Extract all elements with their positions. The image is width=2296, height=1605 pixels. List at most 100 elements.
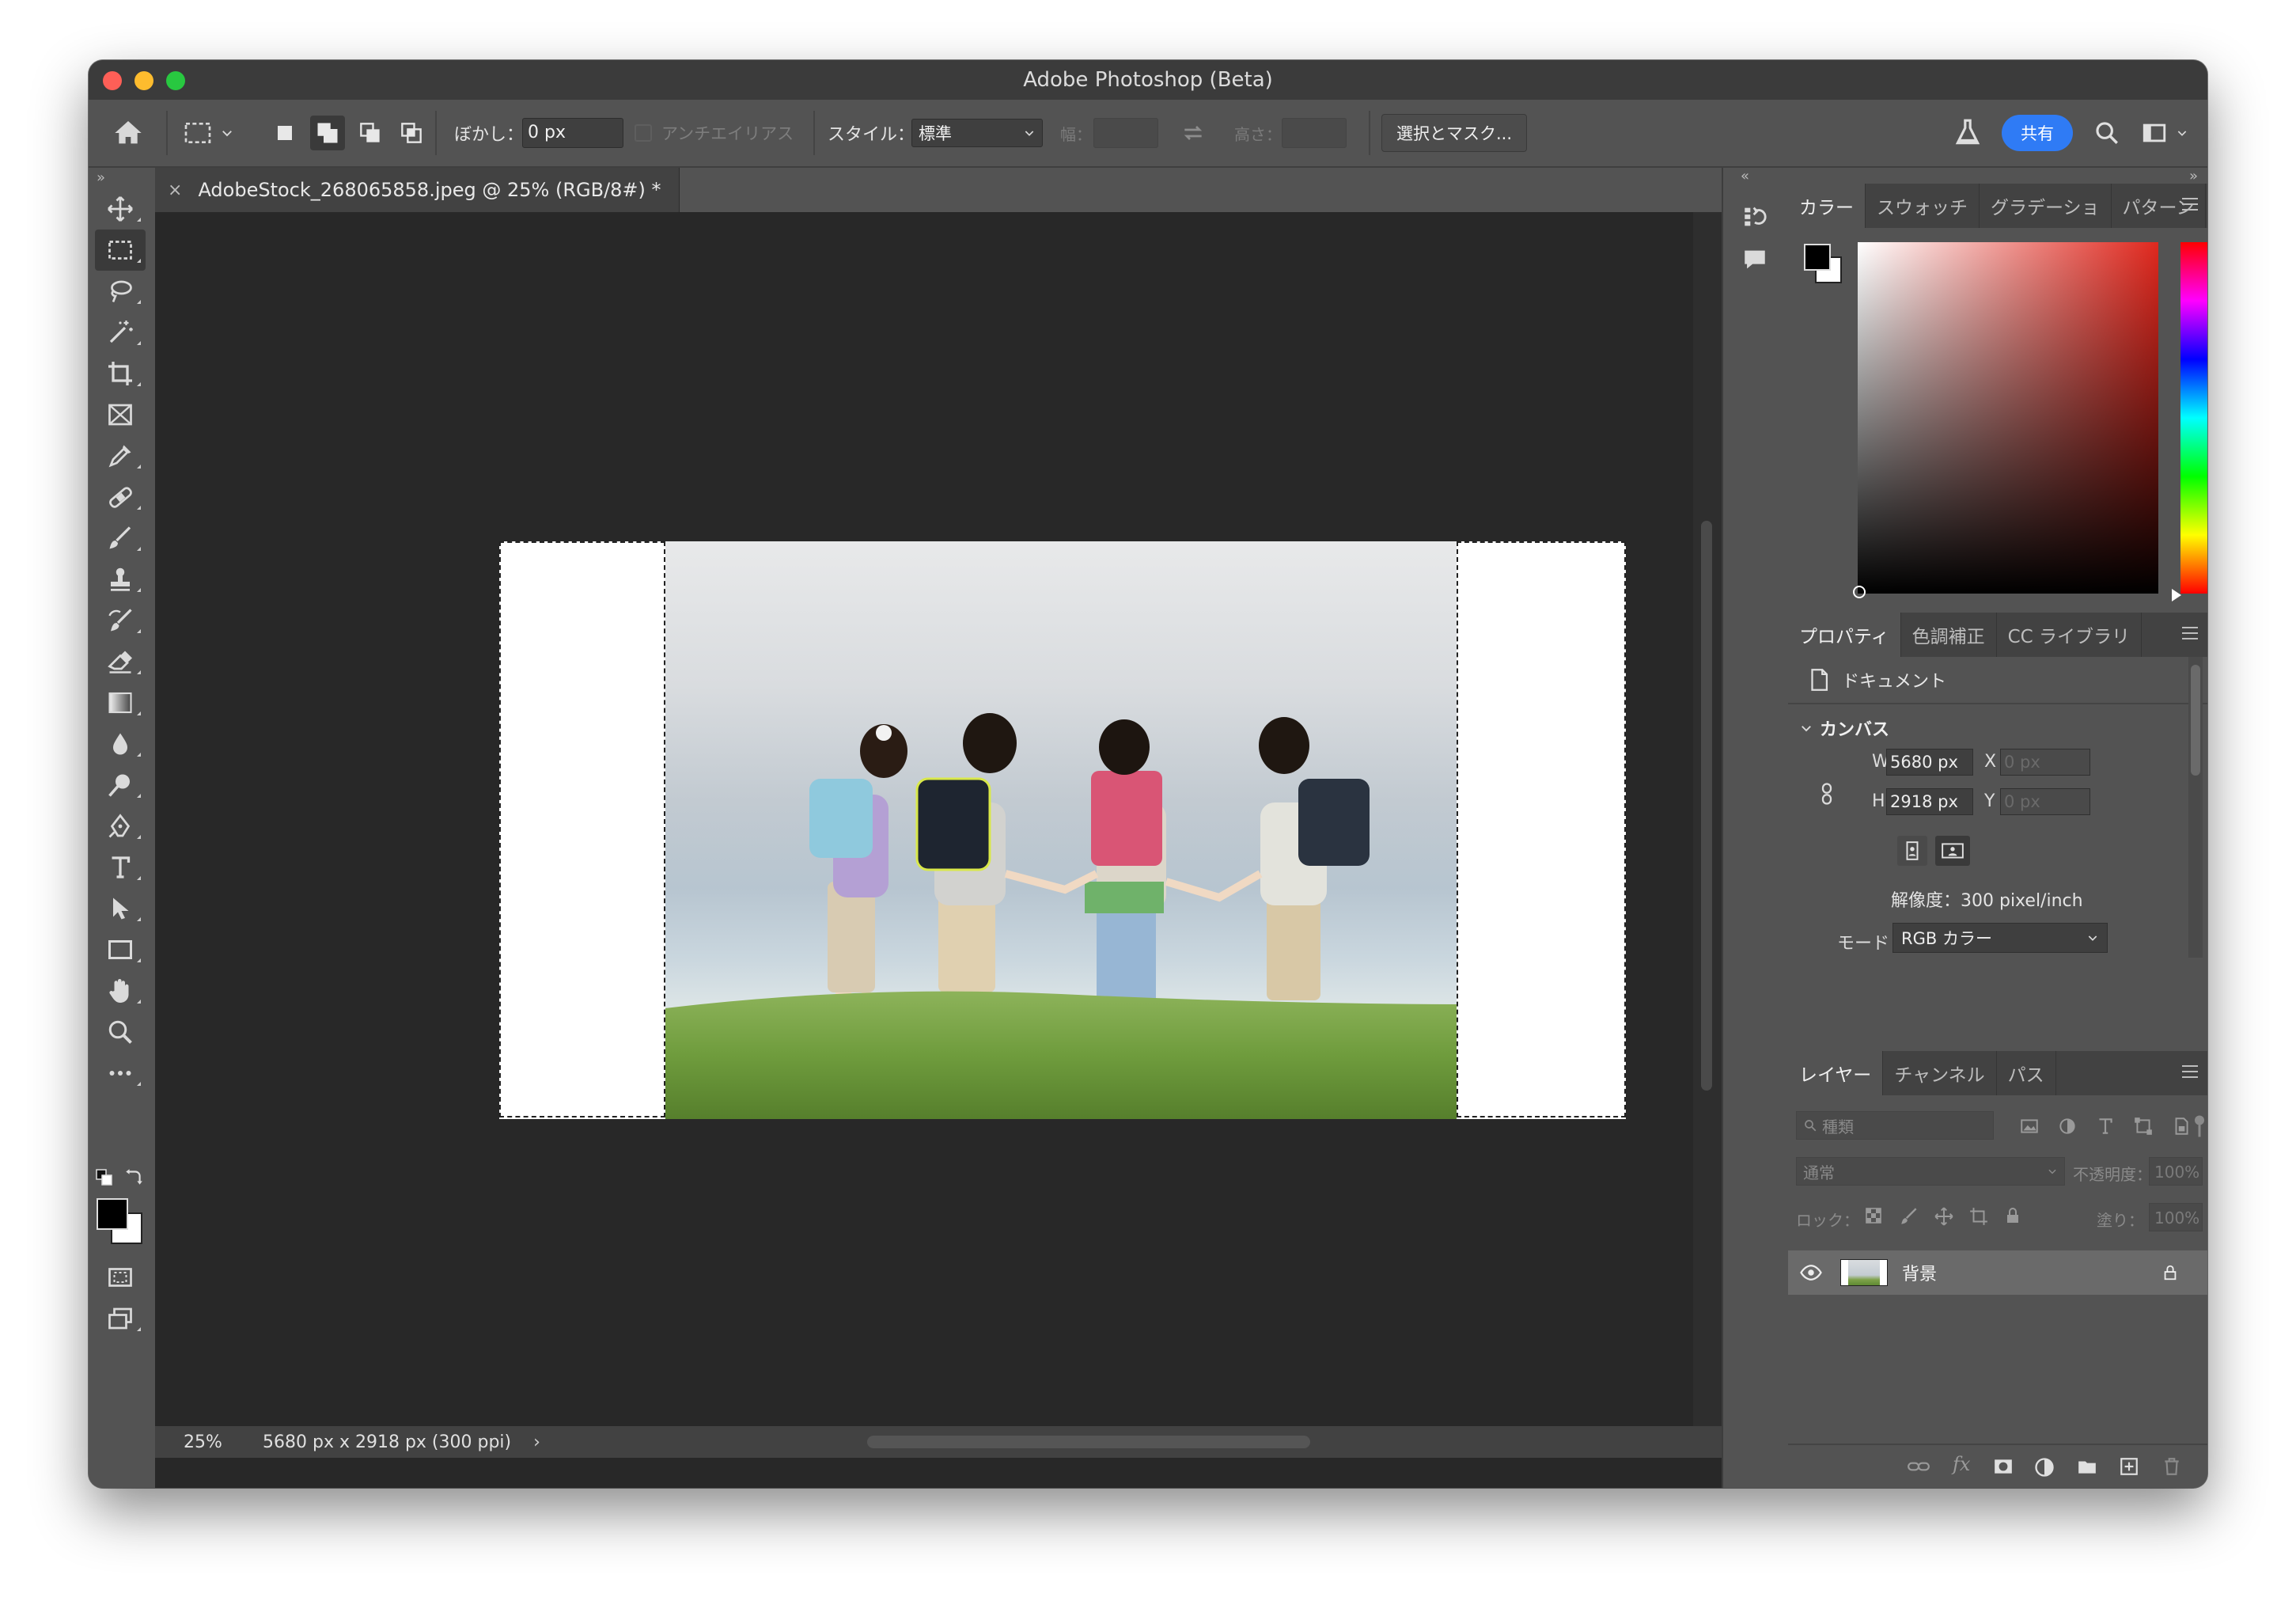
- width-input[interactable]: [1093, 118, 1158, 148]
- tab-swatches[interactable]: スウォッチ: [1866, 184, 1980, 228]
- tab-gradients[interactable]: グラデーショ: [1980, 184, 2112, 228]
- healing-brush-tool[interactable]: [95, 476, 146, 518]
- filter-pixel-icon[interactable]: [2019, 1116, 2040, 1140]
- tab-color[interactable]: カラー: [1788, 184, 1866, 228]
- gradient-tool[interactable]: [95, 682, 146, 723]
- workspace-switcher[interactable]: [2141, 100, 2188, 166]
- y-input[interactable]: 0 px: [2000, 788, 2090, 815]
- layer-filter-select[interactable]: 種類: [1796, 1111, 1994, 1140]
- move-tool[interactable]: [95, 188, 146, 230]
- hue-slider[interactable]: [2180, 242, 2207, 594]
- tab-cc-libraries[interactable]: CC ライブラリ: [1997, 613, 2143, 657]
- rectangle-tool[interactable]: [95, 929, 146, 970]
- document-dimensions[interactable]: 5680 px x 2918 px (300 ppi): [263, 1432, 511, 1452]
- pen-tool[interactable]: [95, 806, 146, 847]
- add-mask-button[interactable]: [1992, 1456, 2014, 1480]
- lock-position-icon[interactable]: [1934, 1206, 1954, 1230]
- antialias-checkbox[interactable]: アンチエイリアス: [635, 100, 794, 166]
- crop-tool[interactable]: [95, 353, 146, 394]
- layer-style-button[interactable]: fx: [1953, 1453, 1970, 1475]
- hand-tool[interactable]: [95, 970, 146, 1011]
- foreground-color-swatch[interactable]: [97, 1198, 128, 1230]
- frame-tool[interactable]: [95, 394, 146, 435]
- layers-panel-menu-icon[interactable]: [2182, 1065, 2198, 1078]
- mode-select[interactable]: RGB カラー: [1892, 923, 2108, 953]
- tool-preset-picker[interactable]: [182, 100, 234, 166]
- vertical-scrollbar[interactable]: [1693, 212, 1722, 1426]
- screen-mode-button[interactable]: [95, 1298, 146, 1339]
- add-to-selection-button[interactable]: [310, 116, 345, 150]
- lock-image-pixels-icon[interactable]: [1899, 1206, 1919, 1230]
- x-input[interactable]: 0 px: [2000, 749, 2090, 776]
- properties-scroll-thumb[interactable]: [2191, 665, 2200, 776]
- close-tab-icon[interactable]: ×: [168, 180, 182, 200]
- canvas-section-header[interactable]: カンバス: [1799, 715, 1889, 741]
- new-layer-button[interactable]: [2119, 1456, 2139, 1480]
- canvas-height-input[interactable]: 2918 px: [1886, 788, 1973, 815]
- search-button[interactable]: [2093, 100, 2120, 166]
- zoom-level[interactable]: 25%: [184, 1432, 263, 1452]
- properties-panel-menu-icon[interactable]: [2182, 627, 2198, 639]
- layer-row[interactable]: 背景: [1788, 1250, 2207, 1295]
- eyedropper-tool[interactable]: [95, 435, 146, 476]
- feather-input[interactable]: 0 px: [522, 118, 623, 148]
- clone-stamp-tool[interactable]: [95, 559, 146, 600]
- filter-toggle-icon[interactable]: [2193, 1114, 2206, 1138]
- collapse-right-panels-icon[interactable]: »: [2189, 168, 2198, 184]
- new-adjustment-layer-button[interactable]: [2033, 1456, 2055, 1482]
- chevron-right-icon[interactable]: ›: [533, 1432, 540, 1452]
- zoom-tool[interactable]: [95, 1011, 146, 1053]
- collapse-toolbar-icon[interactable]: »: [97, 169, 105, 186]
- filter-shape-icon[interactable]: [2133, 1116, 2154, 1140]
- share-button[interactable]: 共有: [2002, 115, 2073, 151]
- beta-labs-button[interactable]: [1953, 100, 1983, 166]
- link-layers-button[interactable]: [1907, 1456, 1930, 1480]
- delete-layer-button[interactable]: [2161, 1456, 2182, 1480]
- link-dimensions-icon[interactable]: [1818, 782, 1836, 809]
- properties-scrollbar[interactable]: [2188, 657, 2203, 958]
- lock-transparent-pixels-icon[interactable]: [1864, 1206, 1883, 1228]
- path-selection-tool[interactable]: [95, 888, 146, 929]
- tab-adjustments[interactable]: 色調補正: [1901, 613, 1997, 657]
- select-and-mask-button[interactable]: 選択とマスク...: [1381, 114, 1528, 152]
- swap-dimensions-button[interactable]: [1180, 100, 1206, 166]
- tab-channels[interactable]: チャンネル: [1883, 1051, 1997, 1095]
- history-brush-tool[interactable]: [95, 600, 146, 641]
- document-tab[interactable]: × AdobeStock_268065858.jpeg @ 25% (RGB/8…: [155, 168, 680, 212]
- tab-properties[interactable]: プロパティ: [1788, 613, 1901, 657]
- saturation-brightness-field[interactable]: [1858, 242, 2158, 594]
- lasso-tool[interactable]: [95, 271, 146, 312]
- default-colors-button[interactable]: [95, 1168, 114, 1187]
- more-tools[interactable]: [95, 1053, 146, 1094]
- color-panel-menu-icon[interactable]: [2182, 198, 2198, 211]
- portrait-orientation-button[interactable]: [1897, 836, 1927, 866]
- dodge-tool[interactable]: [95, 765, 146, 806]
- lock-artboard-icon[interactable]: [1968, 1206, 1989, 1230]
- brush-tool[interactable]: [95, 518, 146, 559]
- canvas[interactable]: [499, 541, 1626, 1119]
- filter-adjustment-icon[interactable]: [2057, 1116, 2078, 1140]
- tab-paths[interactable]: パス: [1997, 1051, 2056, 1095]
- sb-picker-handle[interactable]: [1853, 586, 1866, 598]
- lock-all-icon[interactable]: [2003, 1206, 2022, 1228]
- magic-wand-tool[interactable]: [95, 312, 146, 353]
- new-selection-button[interactable]: [269, 117, 301, 149]
- visibility-eye-icon[interactable]: [1799, 1261, 1823, 1284]
- rect-marquee-tool[interactable]: [95, 230, 146, 271]
- horizontal-scroll-thumb[interactable]: [867, 1436, 1310, 1448]
- blur-tool[interactable]: [95, 723, 146, 765]
- color-fg-swatch[interactable]: [1804, 244, 1831, 271]
- collapse-panels-icon[interactable]: «: [1741, 168, 1749, 184]
- opacity-input[interactable]: 100%: [2149, 1157, 2203, 1186]
- filter-type-icon[interactable]: [2095, 1116, 2116, 1140]
- intersect-selection-button[interactable]: [396, 117, 427, 149]
- tab-layers[interactable]: レイヤー: [1788, 1051, 1884, 1095]
- landscape-orientation-button[interactable]: [1935, 836, 1970, 866]
- history-panel-button[interactable]: [1737, 199, 1772, 234]
- canvas-viewport[interactable]: [155, 212, 1693, 1426]
- subtract-selection-button[interactable]: [354, 117, 386, 149]
- blend-mode-select[interactable]: 通常: [1796, 1157, 2065, 1186]
- style-select[interactable]: 標準: [911, 119, 1043, 147]
- new-group-button[interactable]: [2076, 1456, 2098, 1480]
- home-button[interactable]: [112, 100, 144, 166]
